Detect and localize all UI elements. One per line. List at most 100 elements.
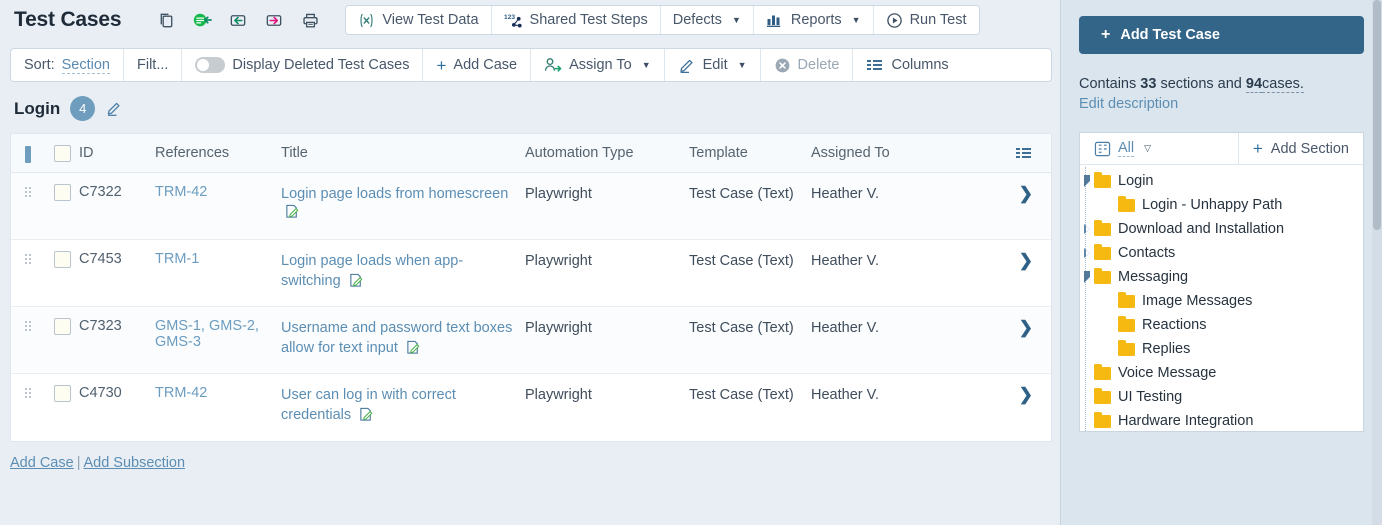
folder-icon [1094,267,1111,284]
columns-icon [866,58,884,72]
header-assigned-to[interactable]: Assigned To [811,146,991,161]
tree-item-label: Messaging [1118,269,1189,285]
reference-link[interactable]: GMS-1, GMS-2, GMS-3 [155,318,259,350]
chevron-down-icon: ▼ [851,15,861,25]
chevron-right-icon[interactable]: ❯ [1019,385,1033,405]
tree-toggle[interactable] [1080,248,1094,258]
test-case-title-link[interactable]: Login page loads from homescreen [281,186,508,202]
view-test-data-button[interactable]: View Test Data [346,6,492,34]
scrollbar-thumb[interactable] [1373,0,1381,230]
play-icon [886,12,903,29]
tree-item-messaging[interactable]: Messaging [1080,265,1363,289]
columns-button[interactable]: Columns [853,49,961,81]
tree-item-replies[interactable]: Replies [1080,337,1363,361]
tree-item-voice-message[interactable]: Voice Message [1080,361,1363,385]
cases-count[interactable]: 94 [1245,76,1263,93]
assign-to-button[interactable]: Assign To ▼ [531,49,665,81]
edit-description-link[interactable]: Edit description [1079,96,1364,112]
inline-edit-icon[interactable] [355,407,374,423]
tree-item-label: UI Testing [1118,389,1183,405]
reports-button[interactable]: Reports ▼ [753,6,874,34]
header-template[interactable]: Template [689,146,811,161]
tree-toggle[interactable] [1080,175,1094,187]
table-row[interactable]: C7453 TRM-1 Login page loads when app-sw… [11,240,1051,307]
import-icon[interactable] [227,9,249,31]
table-row[interactable]: C4730 TRM-42 User can log in with correc… [11,374,1051,441]
tree-item-hardware-integration[interactable]: Hardware Integration [1080,409,1363,431]
run-test-button[interactable]: Run Test [873,6,979,34]
tree-item-image-messages[interactable]: Image Messages [1080,289,1363,313]
row-checkbox[interactable] [53,251,71,268]
inline-edit-icon[interactable] [345,273,364,289]
test-case-table: ID References Title Automation Type Temp… [10,133,1052,442]
filter-toolbar: Sort: Section Filt... Display Deleted Te… [10,48,1052,82]
header-column-settings[interactable] [991,146,1051,160]
tree-toggle[interactable] [1080,224,1094,234]
chevron-right-icon[interactable]: ❯ [1019,184,1033,204]
row-checkbox[interactable] [53,318,71,335]
reference-link[interactable]: TRM-42 [155,385,207,401]
tree-item-ui-testing[interactable]: UI Testing [1080,385,1363,409]
edit-button[interactable]: Edit ▼ [665,49,761,81]
add-test-case-button[interactable]: + Add Test Case [1079,16,1364,54]
sort-value[interactable]: Section [61,57,110,74]
shared-test-steps-button[interactable]: 123 Shared Test Steps [491,6,661,34]
tree-item-contacts[interactable]: Contacts [1080,241,1363,265]
select-all-checkbox[interactable] [53,144,71,162]
add-section-button[interactable]: + Add Section [1239,133,1363,164]
cell-id: C7322 [79,184,122,200]
add-case-button[interactable]: + Add Case [423,49,532,81]
row-drag-handle[interactable] [11,385,45,399]
sort-control[interactable]: Sort: Section [11,49,124,81]
print-icon[interactable] [299,9,321,31]
inline-edit-icon[interactable] [402,340,421,356]
tree-item-download-and-installation[interactable]: Download and Installation [1080,217,1363,241]
page-scrollbar[interactable] [1372,0,1382,525]
table-row[interactable]: C7323 GMS-1, GMS-2, GMS-3 Username and p… [11,307,1051,374]
tree-filter-button[interactable]: All ▽ [1080,133,1239,164]
row-checkbox[interactable] [53,385,71,402]
filter-label: Filt... [137,57,169,73]
row-drag-handle[interactable] [11,318,45,332]
chevron-right-icon[interactable]: ❯ [1019,318,1033,338]
row-checkbox[interactable] [53,184,71,201]
tree-item-reactions[interactable]: Reactions [1080,313,1363,337]
export-icon[interactable] [263,9,285,31]
section-footer-links: Add Case | Add Subsection [0,442,1060,471]
add-case-link[interactable]: Add Case [10,455,74,471]
add-subsection-link[interactable]: Add Subsection [83,455,185,471]
display-deleted-toggle-group[interactable]: Display Deleted Test Cases [182,49,424,81]
filter-button[interactable]: Filt... [124,49,183,81]
row-select-cell [45,385,79,402]
test-case-title-link[interactable]: Username and password text boxes allow f… [281,320,512,356]
display-deleted-toggle[interactable] [195,57,226,73]
header-automation-type[interactable]: Automation Type [525,146,689,161]
header-references[interactable]: References [155,146,281,161]
bulk-add-icon[interactable] [191,9,213,31]
table-row[interactable]: C7322 TRM-42 Login page loads from homes… [11,173,1051,240]
chevron-right-icon[interactable]: ❯ [1019,251,1033,271]
defects-button[interactable]: Defects ▼ [660,6,754,34]
reference-link[interactable]: TRM-1 [155,251,199,267]
row-drag-handle[interactable] [11,251,45,265]
header-title[interactable]: Title [281,146,525,161]
triangle-closed-icon [1084,248,1090,258]
test-case-title-link[interactable]: Login page loads when app-switching [281,253,463,289]
row-drag-handle[interactable] [11,184,45,198]
tree-item-login-unhappy-path[interactable]: Login - Unhappy Path [1080,193,1363,217]
section-edit-icon[interactable] [105,100,123,117]
delete-button[interactable]: Delete [761,49,854,81]
row-expand-cell: ❯ [991,385,1051,405]
tree-item-login[interactable]: Login [1080,169,1363,193]
copy-icon[interactable] [155,9,177,31]
header-id[interactable]: ID [79,146,155,161]
inline-edit-icon[interactable] [281,204,300,220]
filter-toolbar-wrapper: Sort: Section Filt... Display Deleted Te… [0,40,1060,82]
reference-link[interactable]: TRM-42 [155,184,207,200]
tree-toggle[interactable] [1080,271,1094,283]
section-case-count-badge: 4 [70,96,96,121]
sort-prefix-label: Sort: [24,57,55,73]
folder-icon [1118,291,1135,308]
cell-automation-type: Playwright [525,320,592,336]
chevron-down-icon: ▼ [737,60,747,70]
